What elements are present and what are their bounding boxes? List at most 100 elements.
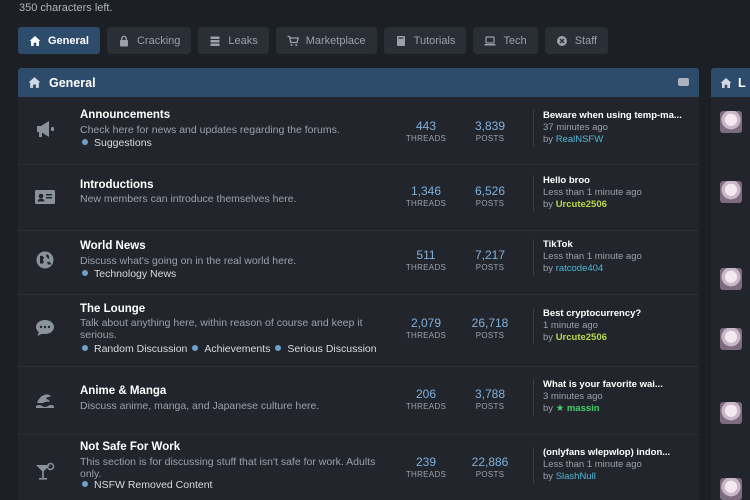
sidebar-title: L [738,75,746,90]
home-icon [29,35,41,46]
last-post: (onlyfans wlepwlop) indon... Less than 1… [533,447,693,483]
posts-stat: 6,526 POSTS [474,184,506,208]
forum-description: Talk about anything here, within reason … [80,317,363,341]
posts-stat: 3,788 POSTS [474,387,506,411]
forum-row-nsfw: Not Safe For Work This section is for di… [18,435,699,500]
last-post-title[interactable]: TikTok [543,239,693,251]
forum-row-the-lounge: The Lounge Talk about anything here, wit… [18,295,699,367]
last-post-time: 37 minutes ago [543,122,608,133]
avatar[interactable] [720,268,742,290]
last-post-user[interactable]: SlashNull [556,471,596,482]
panel-title: General [49,75,96,90]
forum-title[interactable]: Introductions [80,179,153,191]
book-icon [396,35,405,46]
last-post-user[interactable]: Urcute2506 [556,199,607,210]
subforum-link[interactable]: Suggestions [82,137,152,149]
forum-description: New members can introduce themselves her… [80,193,297,205]
threads-stat: 239 THREADS [405,455,447,479]
last-post: Beware when using temp-ma... 37 minutes … [533,110,693,146]
forum-title[interactable]: World News [80,240,146,252]
wave-icon [34,389,56,411]
last-post: Best cryptocurrency? 1 minute ago by Urc… [533,308,693,344]
last-post-time: Less than 1 minute ago [543,251,642,262]
characters-left-counter: 350 characters left. [19,2,113,14]
last-post-user[interactable]: Urcute2506 [556,332,607,343]
last-post-title[interactable]: Best cryptocurrency? [543,308,693,320]
id-card-icon [34,186,56,208]
last-post-user[interactable]: ★ massin [556,403,600,414]
posts-stat: 7,217 POSTS [474,248,506,272]
shield-x-icon [556,35,567,46]
collapse-toggle-icon[interactable] [678,78,689,86]
subforum-link[interactable]: Technology News [82,268,176,280]
threads-stat: 1,346 THREADS [405,184,447,208]
last-post-time: Less than 1 minute ago [543,187,642,198]
avatar[interactable] [720,111,742,133]
home-icon [28,77,41,88]
tab-tech[interactable]: Tech [473,27,538,54]
subforum-link[interactable]: Serious Discussion [275,343,376,355]
last-post-title[interactable]: Beware when using temp-ma... [543,110,693,122]
last-post: Hello broo Less than 1 minute ago by Urc… [533,175,693,211]
tab-general[interactable]: General [18,27,100,54]
lock-icon [119,35,128,46]
last-post-title[interactable]: (onlyfans wlepwlop) indon... [543,447,693,459]
home-icon [720,77,732,88]
avatar[interactable] [720,478,742,500]
forum-row-world-news: World News Discuss what's going on in th… [18,231,699,295]
subforum-link[interactable]: Achievements [192,343,270,355]
last-post-user[interactable]: ratcode404 [556,263,604,274]
forum-row-introductions: Introductions New members can introduce … [18,165,699,231]
posts-stat: 3,839 POSTS [474,119,506,143]
threads-stat: 206 THREADS [405,387,447,411]
forum-title[interactable]: Anime & Manga [80,385,166,397]
threads-stat: 2,079 THREADS [405,316,447,340]
last-post: TikTok Less than 1 minute ago by ratcode… [533,239,693,275]
forum-description: This section is for discussing stuff tha… [80,456,376,480]
forum-title[interactable]: Not Safe For Work [80,441,180,453]
megaphone-icon [34,118,56,140]
tab-cracking[interactable]: Cracking [106,27,192,54]
subforum-list: Random Discussion Achievements Serious D… [82,343,377,355]
globe-icon [34,249,56,271]
chat-bubble-icon [34,317,56,339]
threads-stat: 443 THREADS [405,119,447,143]
forum-description: Check here for news and updates regardin… [80,124,340,136]
subforum-list: NSFW Removed Content [82,479,212,491]
last-post: What is your favorite wai... 3 minutes a… [533,379,693,415]
sidebar-header: L [711,68,750,97]
tab-staff[interactable]: Staff [544,27,609,54]
forum-description: Discuss anime, manga, and Japanese cultu… [80,400,320,412]
tab-marketplace[interactable]: Marketplace [275,27,377,54]
posts-stat: 22,886 POSTS [471,455,509,479]
layers-icon [210,36,220,46]
avatar[interactable] [720,402,742,424]
threads-stat: 511 THREADS [405,248,447,272]
last-post-time: 1 minute ago [543,320,598,331]
subforum-link[interactable]: NSFW Removed Content [82,479,212,491]
last-post-time: 3 minutes ago [543,391,603,402]
cart-icon [287,35,299,46]
last-post-user[interactable]: RealNSFW [556,134,604,145]
latest-posts-sidebar: L [711,68,750,500]
laptop-icon [484,35,496,45]
general-forum-panel: General Announcements Check here for new… [18,68,699,500]
avatar[interactable] [720,181,742,203]
forum-title[interactable]: Announcements [80,109,170,121]
tab-tutorials[interactable]: Tutorials [383,27,467,54]
forum-description: Discuss what's going on in the real worl… [80,255,297,267]
tab-leaks[interactable]: Leaks [198,27,269,54]
subforum-list: Technology News [82,268,176,280]
forum-row-anime-manga: Anime & Manga Discuss anime, manga, and … [18,367,699,435]
forum-title[interactable]: The Lounge [80,303,145,315]
category-tabs: General Cracking Leaks Marketplace Tutor… [18,27,609,54]
last-post-title[interactable]: What is your favorite wai... [543,379,693,391]
avatar[interactable] [720,328,742,350]
posts-stat: 26,718 POSTS [471,316,509,340]
subforum-link[interactable]: Random Discussion [82,343,187,355]
last-post-time: Less than 1 minute ago [543,459,642,470]
subforum-list: Suggestions [82,137,152,149]
forum-row-announcements: Announcements Check here for news and up… [18,97,699,165]
cocktail-icon [34,461,56,483]
last-post-title[interactable]: Hello broo [543,175,693,187]
